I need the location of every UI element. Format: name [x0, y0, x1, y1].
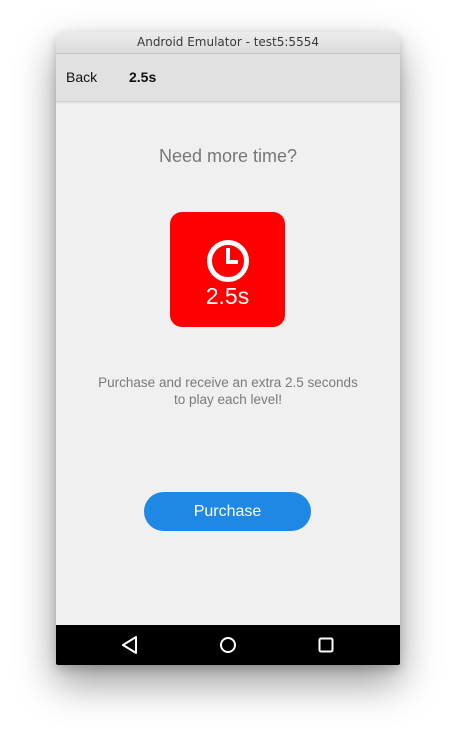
badge-value: 2.5s	[205, 283, 250, 309]
purchase-button[interactable]: Purchase	[144, 492, 311, 531]
clock-icon	[207, 240, 249, 282]
recents-square-icon[interactable]	[314, 633, 338, 657]
back-triangle-icon[interactable]	[118, 633, 142, 657]
app-bar: Back 2.5s	[56, 54, 400, 102]
home-circle-icon[interactable]	[216, 633, 240, 657]
back-button[interactable]: Back	[66, 54, 97, 101]
window-title: Android Emulator - test5:5554	[56, 32, 400, 54]
page-heading: Need more time?	[158, 146, 298, 166]
purchase-description: Purchase and receive an extra 2.5 second…	[98, 375, 358, 407]
android-nav-bar	[56, 625, 400, 665]
main-content: Need more time? 2.5s Purchase and receiv…	[56, 102, 400, 625]
emulator-window: Android Emulator - test5:5554 Back 2.5s …	[56, 32, 400, 665]
time-badge: 2.5s	[170, 212, 285, 327]
app-bar-title: 2.5s	[129, 69, 157, 85]
